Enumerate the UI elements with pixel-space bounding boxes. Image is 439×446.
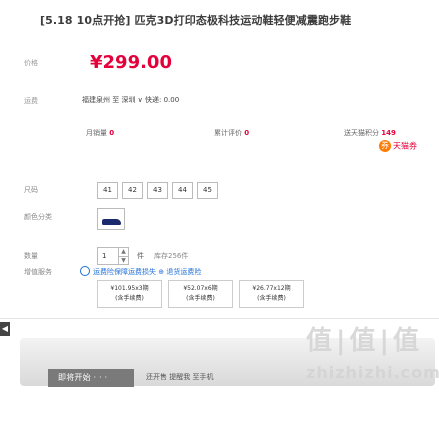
stock-count: 库存256件: [154, 252, 189, 260]
size-option[interactable]: 45: [197, 182, 218, 199]
increase-icon[interactable]: ▲: [119, 248, 128, 256]
sales-stats: 月销量 0 累计评价 0 送天猫积分 149: [24, 128, 434, 148]
shipping-label: 运费: [24, 97, 38, 105]
points-info: 送天猫积分 149: [344, 129, 396, 137]
color-label: 颜色分类: [24, 213, 52, 221]
coupon-icon: 券: [379, 140, 391, 152]
shipping-destination-select[interactable]: 福建泉州 至 深圳 ∨ 快递: 0.00: [82, 95, 179, 105]
coupon-link[interactable]: 券天猫券: [379, 140, 417, 152]
insurance-text[interactable]: 运费险保障运费损失 ⊕ 退货运费险: [93, 267, 201, 277]
price-label: 价格: [24, 59, 38, 67]
size-option[interactable]: 41: [97, 182, 118, 199]
installment-option[interactable]: ¥101.95x3期 (含手续费): [97, 280, 162, 308]
side-toggle-icon[interactable]: ◀: [0, 322, 10, 336]
size-label: 尺码: [24, 186, 38, 194]
insurance-radio[interactable]: [80, 266, 90, 276]
divider: [0, 318, 439, 319]
size-option[interactable]: 42: [122, 182, 143, 199]
quantity-unit: 件: [137, 252, 144, 260]
size-options: 41 42 43 44 45: [97, 182, 218, 199]
remind-me-link[interactable]: 还开售 提醒我 至手机: [146, 372, 213, 382]
size-option[interactable]: 44: [172, 182, 193, 199]
installment-option[interactable]: ¥26.77x12期 (含手续费): [239, 280, 304, 308]
quantity-stepper: 1 ▲ ▼ 件 库存256件: [97, 247, 188, 265]
watermark: 值|值|值 zhizhizhi.com: [306, 326, 439, 382]
decrease-icon[interactable]: ▼: [119, 256, 128, 265]
review-count[interactable]: 累计评价 0: [214, 128, 249, 138]
color-option[interactable]: [97, 208, 125, 230]
installment-options: ¥101.95x3期 (含手续费) ¥52.07x6期 (含手续费) ¥26.7…: [97, 280, 304, 308]
quantity-label: 数量: [24, 252, 38, 260]
product-title: [5.18 10点开抢] 匹克3D打印态极科技运动鞋轻便减震跑步鞋: [40, 14, 352, 27]
installment-option[interactable]: ¥52.07x6期 (含手续费): [168, 280, 233, 308]
service-label: 增值服务: [24, 268, 52, 276]
product-price: ¥299.00: [90, 52, 172, 73]
size-option[interactable]: 43: [147, 182, 168, 199]
quantity-buttons: ▲ ▼: [119, 247, 129, 265]
monthly-sales: 月销量 0: [86, 129, 115, 137]
shoe-thumbnail-icon: [102, 219, 121, 225]
quantity-input[interactable]: 1: [97, 247, 119, 265]
coming-soon-button[interactable]: 即将开始 · · ·: [48, 369, 134, 387]
